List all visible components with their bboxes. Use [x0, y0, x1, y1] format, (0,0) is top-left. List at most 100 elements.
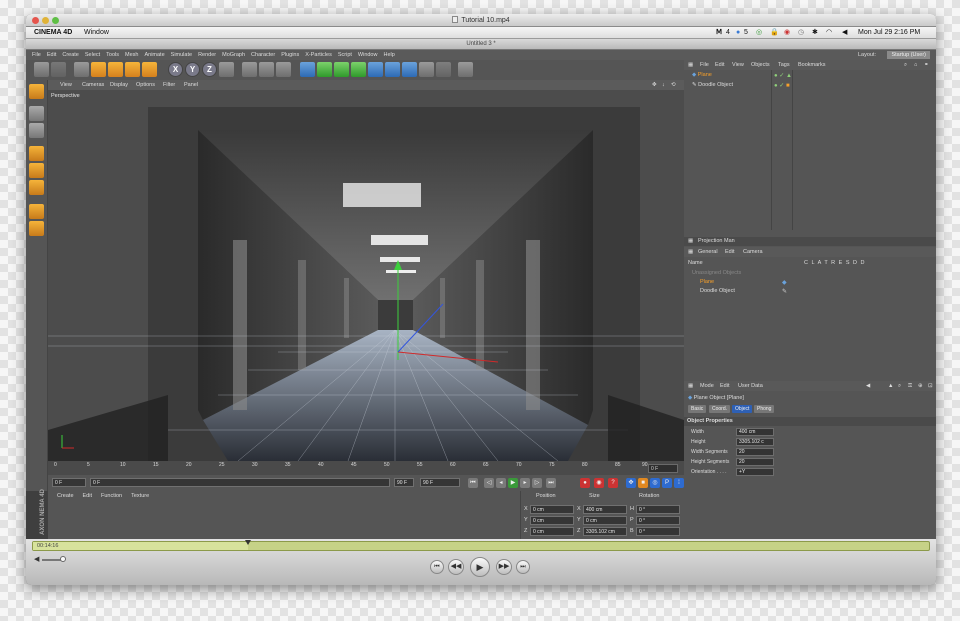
menu-simulate[interactable]: Simulate	[171, 50, 192, 60]
rotation-p-field[interactable]: 0 °	[636, 516, 680, 525]
volume-knob[interactable]	[60, 556, 66, 562]
sync-icon[interactable]: ◎	[756, 27, 762, 39]
preview-range-slider[interactable]: 0 F	[90, 478, 390, 487]
menu-plugins[interactable]: Plugins	[281, 50, 299, 60]
om-menu-tags[interactable]: Tags	[778, 60, 790, 70]
rotation-h-field[interactable]: 0 °	[636, 505, 680, 514]
cloud-icon[interactable]: ●	[736, 27, 740, 39]
minimize-window-button[interactable]	[42, 17, 49, 24]
sculpt-tool-icon[interactable]	[458, 62, 473, 77]
om-menu-bookmarks[interactable]: Bookmarks	[798, 60, 826, 70]
lock-icon[interactable]: 🔒	[770, 27, 779, 39]
next-frame-icon[interactable]: ▸	[520, 478, 530, 488]
play-forward-icon[interactable]: ▶	[508, 478, 518, 488]
start-frame-field[interactable]: 0 F	[52, 478, 86, 487]
make-editable-icon[interactable]	[29, 84, 44, 99]
viewport-menu-panel[interactable]: Panel	[184, 80, 198, 90]
render-view-icon[interactable]	[242, 62, 257, 77]
om-home-icon[interactable]: ⌂	[914, 60, 917, 70]
timeline-ruler[interactable]: 0 5 10 15 20 25 30 35 40 45 50 55 60 65 70 75 80 85 90 0 F	[48, 461, 684, 475]
viewport-menu-options[interactable]: Options	[136, 80, 155, 90]
height-segments-field[interactable]: 20	[736, 458, 774, 466]
plane-visibility-tags[interactable]: ● ✓ ▲	[774, 72, 792, 79]
menu-create[interactable]: Create	[62, 50, 79, 60]
position-x-field[interactable]: 0 cm	[530, 505, 574, 514]
position-y-field[interactable]: 0 cm	[530, 516, 574, 525]
record-keys-icon[interactable]: ●	[580, 478, 590, 488]
viewport-menu-view[interactable]: View	[60, 80, 72, 90]
camera-icon[interactable]	[402, 62, 417, 77]
adobe-icon[interactable]: Ⅿ	[716, 27, 722, 39]
app-menu[interactable]: CINEMA 4D	[34, 27, 72, 39]
menu-window[interactable]: Window	[358, 50, 378, 60]
pm-menu-general[interactable]: General	[698, 247, 718, 257]
menu-select[interactable]: Select	[85, 50, 100, 60]
play-button[interactable]: ▶	[470, 557, 490, 577]
move-tool-icon[interactable]	[91, 62, 106, 77]
am-menu-user-data[interactable]: User Data	[738, 381, 763, 391]
tab-basic[interactable]: Basic	[688, 405, 707, 413]
viewport-nav-move-icon[interactable]: ✥	[652, 80, 657, 90]
disabled-tool-icon[interactable]	[436, 62, 451, 77]
redo-icon[interactable]	[51, 62, 66, 77]
time-machine-icon[interactable]: ◷	[798, 27, 804, 39]
fast-forward-button[interactable]: ▶▶	[496, 559, 512, 575]
object-row-doodle[interactable]: ✎ Doodle Object	[692, 82, 733, 88]
next-key-icon[interactable]: ▷	[532, 478, 542, 488]
end-frame-field[interactable]: 90 F	[420, 478, 460, 487]
size-z-field[interactable]: 3305.102 cm	[583, 527, 627, 536]
menu-edit[interactable]: Edit	[47, 50, 56, 60]
volume-control[interactable]: ◀	[34, 555, 66, 565]
height-field[interactable]: 3305.102 c	[736, 438, 774, 446]
playback-scrubber[interactable]: 00:14:16	[32, 540, 930, 551]
am-expand-icon[interactable]: ⊡	[928, 381, 933, 391]
next-chapter-button[interactable]: ⏭	[516, 560, 530, 574]
scale-key-icon[interactable]: ■	[638, 478, 648, 488]
snapping-icon[interactable]	[29, 221, 44, 236]
viewport-nav-rotate-icon[interactable]: ⟲	[671, 80, 676, 90]
am-grip-icon[interactable]: ▦	[688, 381, 693, 391]
timeline-frame-display[interactable]: 0 F	[648, 464, 678, 473]
z-axis-lock-icon[interactable]: Z	[202, 62, 217, 77]
menubar-clock[interactable]: Mon Jul 29 2:16 PM	[858, 27, 920, 39]
am-menu-mode[interactable]: Mode	[700, 381, 714, 391]
menu-mograph[interactable]: MoGraph	[222, 50, 245, 60]
menu-x-particles[interactable]: X-Particles	[305, 50, 332, 60]
close-window-button[interactable]	[32, 17, 39, 24]
model-mode-icon[interactable]	[29, 106, 44, 121]
am-new-icon[interactable]: ⊕	[918, 381, 923, 391]
om-menu-view[interactable]: View	[732, 60, 744, 70]
om-menu-file[interactable]: File	[700, 60, 709, 70]
pm-menu-edit[interactable]: Edit	[725, 247, 734, 257]
spline-pen-icon[interactable]	[317, 62, 332, 77]
am-lock-icon[interactable]: ⚿	[908, 381, 912, 391]
rewind-button[interactable]: ◀◀	[448, 559, 464, 575]
subdivision-surface-icon[interactable]	[334, 62, 349, 77]
viewport-menu-filter[interactable]: Filter	[163, 80, 175, 90]
material-menu-function[interactable]: Function	[101, 491, 122, 501]
om-search-icon[interactable]: ⌕	[904, 60, 907, 70]
pm-menu-camera[interactable]: Camera	[743, 247, 763, 257]
auto-key-icon[interactable]: ◉	[594, 478, 604, 488]
point-level-key-icon[interactable]: ⁞	[674, 478, 684, 488]
menu-script[interactable]: Script	[338, 50, 352, 60]
layout-dropdown[interactable]: Startup (User)	[887, 51, 930, 59]
keyframe-selection-icon[interactable]: ?	[608, 478, 618, 488]
pm-unassigned-group[interactable]: Unassigned Objects	[692, 270, 741, 276]
size-x-field[interactable]: 400 cm	[583, 505, 627, 514]
preview-end-field[interactable]: 90 F	[394, 478, 414, 487]
floor-icon[interactable]	[385, 62, 400, 77]
pm-item-doodle[interactable]: Doodle Object	[700, 288, 735, 294]
viewport-menu-cameras[interactable]: Cameras	[82, 80, 104, 90]
perspective-viewport[interactable]: Perspective	[48, 90, 684, 461]
rotation-b-field[interactable]: 0 °	[636, 527, 680, 536]
position-key-icon[interactable]: ✥	[626, 478, 636, 488]
scale-tool-icon[interactable]	[108, 62, 123, 77]
previous-frame-icon[interactable]: ◂	[496, 478, 506, 488]
zoom-window-button[interactable]	[52, 17, 59, 24]
undo-icon[interactable]	[34, 62, 49, 77]
panel-grip-icon[interactable]: ▦	[688, 60, 693, 70]
tab-phong[interactable]: Phong	[754, 405, 775, 413]
previous-chapter-button[interactable]: ⏮	[430, 560, 444, 574]
material-menu-texture[interactable]: Texture	[131, 491, 149, 501]
